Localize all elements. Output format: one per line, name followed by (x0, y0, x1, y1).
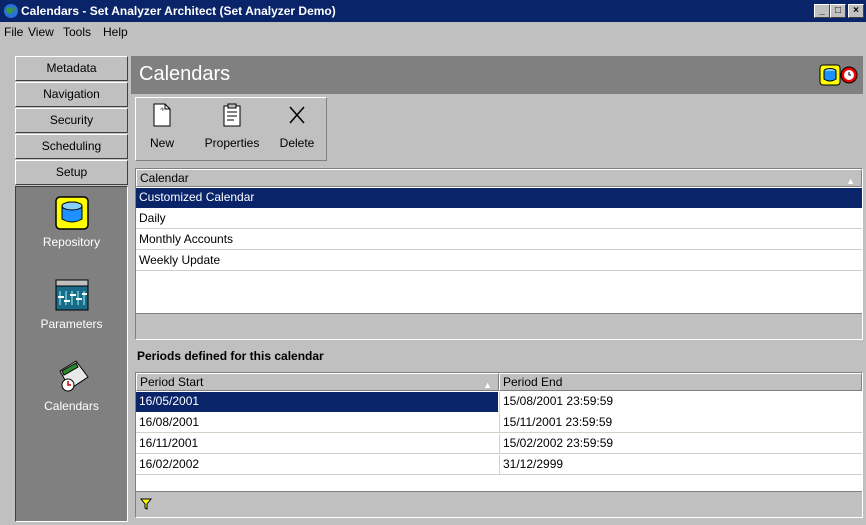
calendars-icon (58, 360, 89, 392)
menu-file[interactable]: File (4, 25, 23, 39)
period-end-column-header[interactable]: Period End (499, 373, 862, 391)
setup-item-label: Repository (42, 235, 101, 249)
periods-section-label: Periods defined for this calendar (137, 349, 324, 363)
nav-navigation-button[interactable]: Navigation (15, 82, 128, 107)
periods-grid-footer (136, 491, 862, 517)
calendar-grid: Calendar ▲ Customized Calendar Daily Mon… (135, 168, 863, 340)
delete-button[interactable]: Delete (276, 102, 318, 150)
delete-x-icon (289, 106, 305, 124)
table-row[interactable]: 16/11/2001 15/02/2002 23:59:59 (136, 434, 862, 454)
setup-item-calendars[interactable]: Calendars (16, 359, 127, 413)
period-end-cell: 31/12/2999 (499, 455, 862, 475)
window-title: Calendars - Set Analyzer Architect (Set … (21, 4, 336, 18)
toolbar: New Properties Delete (135, 97, 327, 161)
page-header: Calendars (131, 56, 863, 94)
app-globe-icon (4, 4, 18, 18)
repository-icon (54, 196, 89, 230)
sort-arrow-icon: ▲ (846, 176, 855, 186)
filter-funnel-icon[interactable] (140, 498, 152, 510)
calendar-cell: Monthly Accounts (139, 232, 234, 246)
setup-items-area: Repository Parameters Calendars (15, 186, 128, 522)
properties-icon (223, 103, 241, 127)
period-end-column-label: Period End (503, 375, 563, 389)
table-row[interactable]: 16/08/2001 15/11/2001 23:59:59 (136, 413, 862, 433)
setup-item-repository[interactable]: Repository (16, 195, 127, 249)
periods-grid: Period Start ▲ Period End 16/05/2001 15/… (135, 372, 863, 518)
period-end-cell: 15/02/2002 23:59:59 (499, 434, 862, 454)
close-button[interactable]: × (848, 4, 864, 18)
main-content: Calendars New Properties Delete Calendar… (131, 56, 863, 522)
menu-bar: File View Tools Help (0, 22, 866, 42)
nav-scheduling-button[interactable]: Scheduling (15, 134, 128, 159)
period-start-cell: 16/05/2001 (136, 392, 498, 412)
new-document-icon (153, 103, 171, 127)
period-start-cell: 16/02/2002 (139, 457, 200, 471)
calendar-column-label: Calendar (140, 171, 189, 185)
new-button-label: New (149, 136, 174, 150)
table-row[interactable]: 16/05/2001 15/08/2001 23:59:59 (136, 392, 862, 412)
maximize-button[interactable]: □ (830, 4, 846, 18)
table-row[interactable]: Monthly Accounts (136, 230, 862, 250)
nav-setup-button[interactable]: Setup (15, 160, 128, 185)
period-end-cell: 15/08/2001 23:59:59 (499, 392, 862, 412)
calendar-cell: Daily (139, 211, 166, 225)
period-start-cell: 16/08/2001 (139, 415, 200, 429)
menu-help[interactable]: Help (103, 25, 128, 39)
period-start-column-header[interactable]: Period Start ▲ (136, 373, 499, 391)
setup-item-parameters[interactable]: Parameters (16, 277, 127, 331)
title-bar: Calendars - Set Analyzer Architect (Set … (0, 0, 866, 22)
calendar-column-header[interactable]: Calendar ▲ (136, 169, 862, 187)
setup-item-label: Parameters (40, 317, 103, 331)
calendar-cell: Weekly Update (139, 253, 221, 267)
header-repository-clock-icon (819, 64, 858, 86)
menu-view[interactable]: View (28, 25, 54, 39)
left-navigation-panel: Metadata Navigation Security Scheduling … (15, 56, 128, 522)
period-end-cell: 15/11/2001 23:59:59 (499, 413, 862, 433)
table-row[interactable]: Daily (136, 209, 862, 229)
minimize-button[interactable]: _ (814, 4, 830, 18)
parameters-icon (55, 279, 88, 311)
table-row[interactable]: 16/02/2002 31/12/2999 (136, 455, 862, 475)
delete-button-label: Delete (279, 136, 315, 150)
calendar-cell: Customized Calendar (136, 188, 862, 208)
table-row[interactable]: Customized Calendar (136, 188, 862, 208)
properties-button[interactable]: Properties (202, 102, 262, 150)
table-row[interactable]: Weekly Update (136, 251, 862, 271)
page-title: Calendars (139, 63, 231, 85)
period-start-cell: 16/11/2001 (139, 436, 199, 450)
properties-button-label: Properties (204, 136, 260, 150)
period-start-column-label: Period Start (140, 375, 204, 389)
sort-arrow-icon: ▲ (483, 380, 492, 390)
new-button[interactable]: New (144, 102, 180, 150)
menu-tools[interactable]: Tools (63, 25, 91, 39)
calendar-grid-footer (136, 313, 862, 339)
nav-metadata-button[interactable]: Metadata (15, 56, 128, 81)
nav-security-button[interactable]: Security (15, 108, 128, 133)
setup-item-label: Calendars (44, 399, 99, 413)
